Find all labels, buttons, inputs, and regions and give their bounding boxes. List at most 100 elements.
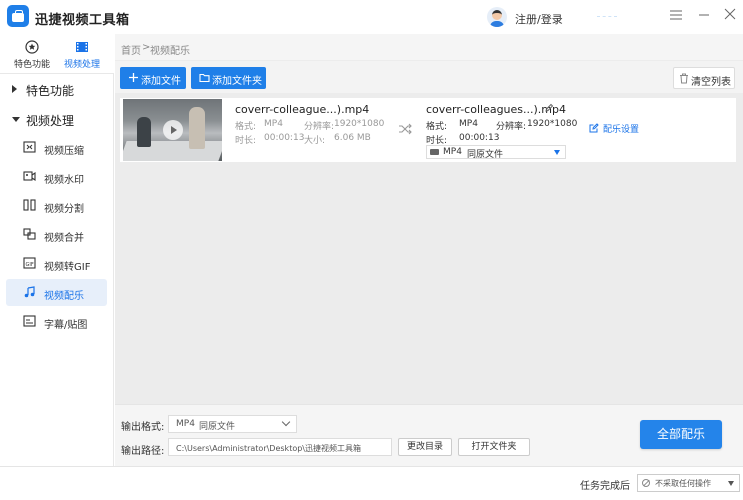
- output-path-field[interactable]: C:\Users\Administrator\Desktop\迅捷视频工具箱: [168, 438, 392, 456]
- output-resolution-label: 分辨率:: [496, 122, 527, 132]
- add-file-label: 添加文件: [141, 76, 181, 87]
- after-task-value: 不采取任何操作: [655, 479, 711, 488]
- watermark-icon: [23, 171, 36, 182]
- sidebar-item-label: 视频分割: [44, 204, 84, 215]
- output-format-dropdown-value: MP4: [176, 419, 195, 429]
- login-link[interactable]: 注册/登录: [515, 11, 563, 27]
- source-format-value: MP4: [264, 119, 283, 129]
- subtitle-icon: [23, 315, 36, 327]
- close-icon[interactable]: [722, 8, 738, 24]
- section-featured-label: 特色功能: [26, 84, 75, 98]
- output-format-dropdown-detail: 同原文件: [199, 422, 236, 432]
- source-duration-value: 00:00:13: [264, 133, 305, 143]
- compress-icon: [23, 141, 36, 153]
- output-format-select-value: MP4: [443, 147, 462, 157]
- user-avatar-icon[interactable]: [487, 7, 507, 27]
- after-task-label: 任务完成后: [580, 481, 630, 492]
- tab-featured[interactable]: 特色功能: [7, 38, 57, 72]
- clear-list-label: 清空列表: [691, 77, 731, 88]
- output-format-label: 输出格式:: [121, 422, 165, 433]
- sidebar-item-merge[interactable]: 视频合并: [6, 221, 107, 248]
- sidebar: 特色功能 视频处理 视频压缩 视频水印 视频分割 视频合并 GIF 视频转GIF…: [0, 74, 114, 466]
- notice-dash-icon: [597, 16, 617, 18]
- merge-icon: [23, 228, 36, 240]
- add-folder-button[interactable]: 添加文件夹: [191, 67, 266, 89]
- sidebar-item-label: 视频配乐: [44, 291, 84, 302]
- sidebar-item-subtitle[interactable]: 字幕/贴图: [6, 308, 107, 335]
- plus-icon: [129, 73, 138, 82]
- source-file-name: coverr-colleague...).mp4: [235, 103, 370, 116]
- sidebar-item-music[interactable]: 视频配乐: [6, 279, 107, 306]
- section-video-processing-label: 视频处理: [26, 114, 75, 128]
- split-icon: [23, 199, 36, 211]
- sidebar-item-label: 视频压缩: [44, 146, 84, 157]
- open-folder-button[interactable]: 打开文件夹: [458, 438, 530, 456]
- svg-text:GIF: GIF: [26, 262, 34, 268]
- breadcrumb-home[interactable]: 首页: [121, 42, 141, 57]
- sidebar-item-compress[interactable]: 视频压缩: [6, 134, 107, 161]
- add-folder-label: 添加文件夹: [212, 76, 262, 87]
- section-featured[interactable]: 特色功能: [0, 75, 114, 103]
- output-format-select-detail: 同原文件: [467, 150, 504, 160]
- tab-video-processing[interactable]: 视频处理: [57, 38, 107, 72]
- edit-icon: [589, 123, 599, 133]
- file-row: coverr-colleague...).mp4 格式: MP4 分辨率: 19…: [120, 98, 736, 162]
- source-size-label: 大小:: [304, 136, 326, 146]
- film-icon: [76, 42, 88, 52]
- output-panel: 输出格式: MP4 同原文件 输出路径: C:\Users\Administra…: [115, 404, 743, 466]
- add-file-button[interactable]: 添加文件: [120, 67, 186, 89]
- status-bar: 任务完成后 不采取任何操作: [0, 466, 743, 500]
- convert-all-button[interactable]: 全部配乐: [640, 420, 722, 449]
- edit-pencil-icon[interactable]: [544, 103, 554, 113]
- breadcrumb-current: 视频配乐: [150, 46, 190, 57]
- breadcrumb: 首页 > 视频配乐: [115, 34, 743, 61]
- source-resolution-value: 1920*1080: [334, 119, 385, 129]
- sidebar-item-label: 视频水印: [44, 175, 84, 186]
- sidebar-item-label: 视频合并: [44, 233, 84, 244]
- app-title: 迅捷视频工具箱: [35, 13, 130, 28]
- chevron-down-icon: [12, 117, 20, 122]
- after-task-select[interactable]: 不采取任何操作: [637, 474, 740, 492]
- music-icon: [24, 286, 35, 298]
- tab-featured-label: 特色功能: [13, 60, 50, 70]
- music-settings-label: 配乐设置: [603, 125, 640, 135]
- source-size-value: 6.06 MB: [334, 133, 371, 143]
- source-format-label: 格式:: [235, 122, 257, 132]
- section-video-processing[interactable]: 视频处理: [0, 105, 114, 133]
- output-duration-value: 00:00:13: [459, 133, 500, 143]
- dropdown-arrow-icon: [554, 150, 560, 155]
- toolbar: 添加文件 添加文件夹 清空列表: [115, 61, 743, 93]
- video-icon: [430, 149, 439, 155]
- file-list: coverr-colleague...).mp4 格式: MP4 分辨率: 19…: [115, 93, 743, 404]
- sidebar-item-label: 字幕/贴图: [44, 320, 88, 331]
- output-format-label: 格式:: [426, 122, 448, 132]
- dropdown-arrow-icon: [728, 481, 734, 486]
- chevron-right-icon: [12, 85, 17, 93]
- output-format-select[interactable]: MP4 同原文件: [426, 145, 566, 160]
- sidebar-item-watermark[interactable]: 视频水印: [6, 163, 107, 190]
- sidebar-item-split[interactable]: 视频分割: [6, 192, 107, 219]
- source-duration-label: 时长:: [235, 136, 257, 146]
- clear-list-button[interactable]: 清空列表: [673, 67, 735, 89]
- change-directory-button[interactable]: 更改目录: [398, 438, 452, 456]
- output-path-value: C:\Users\Administrator\Desktop\迅捷视频工具箱: [176, 444, 361, 453]
- output-resolution-value: 1920*1080: [527, 119, 578, 129]
- convert-arrows-icon: [399, 123, 412, 135]
- title-bar: 迅捷视频工具箱 注册/登录: [0, 0, 743, 34]
- sidebar-item-gif[interactable]: GIF 视频转GIF: [6, 250, 107, 277]
- trash-icon: [680, 73, 688, 84]
- output-path-label: 输出路径:: [121, 446, 165, 457]
- minimize-icon[interactable]: [696, 8, 712, 24]
- nav-tabs: 特色功能 视频处理: [0, 34, 114, 74]
- no-action-icon: [642, 479, 650, 487]
- sidebar-item-label: 视频转GIF: [44, 262, 91, 273]
- tab-video-processing-label: 视频处理: [63, 60, 100, 70]
- chevron-down-icon: [281, 417, 291, 427]
- star-icon: [25, 40, 39, 54]
- video-thumbnail[interactable]: [123, 99, 222, 161]
- gif-icon: GIF: [23, 257, 36, 269]
- play-icon[interactable]: [163, 120, 183, 140]
- source-resolution-label: 分辨率:: [304, 122, 335, 132]
- output-format-dropdown[interactable]: MP4 同原文件: [168, 415, 297, 433]
- menu-icon[interactable]: [668, 8, 684, 24]
